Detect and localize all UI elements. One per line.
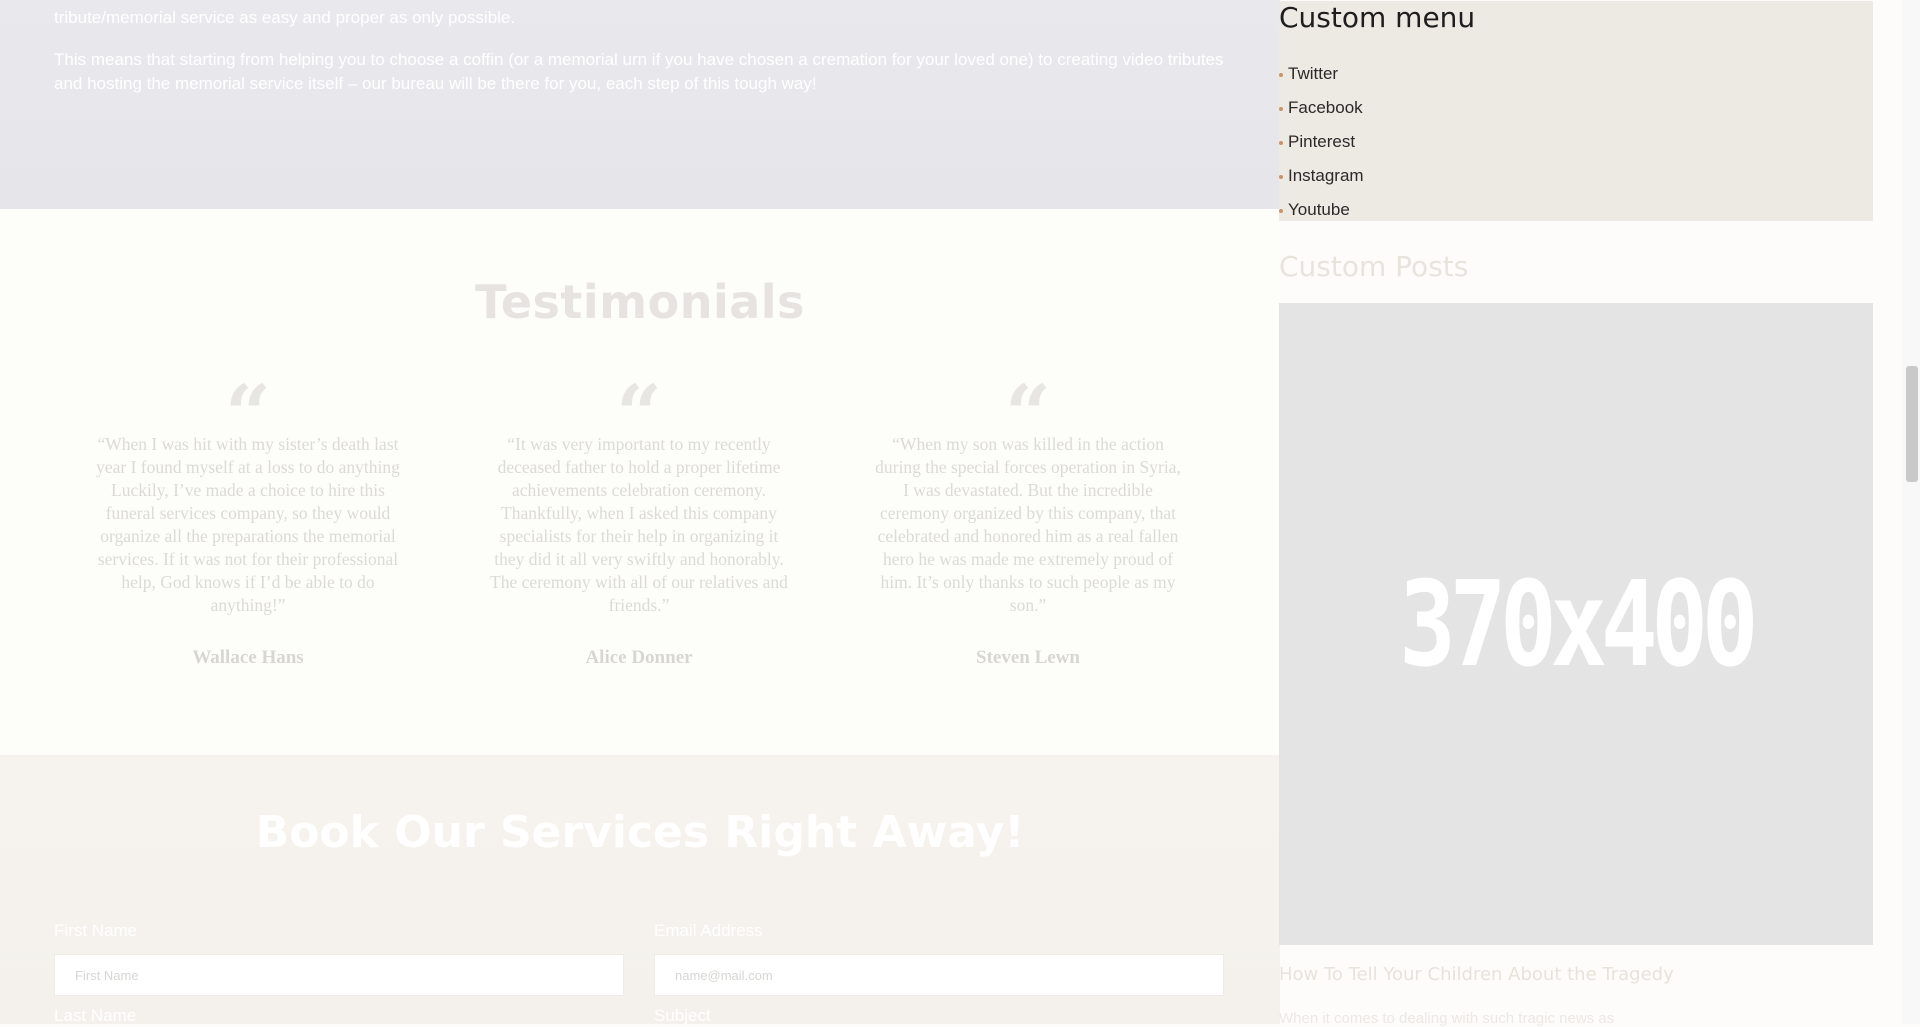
booking-section: Book Our Services Right Away! First Name…: [0, 755, 1280, 1024]
menu-item-instagram[interactable]: Instagram: [1279, 163, 1364, 197]
first-name-field[interactable]: [54, 954, 624, 996]
about-paragraph-1: tribute/memorial service as easy and pro…: [54, 8, 516, 27]
booking-title: Book Our Services Right Away!: [255, 807, 1025, 858]
bullet-dot-icon: [1279, 107, 1283, 111]
testimonial-text: “When my son was killed in the action du…: [875, 434, 1181, 615]
menu-item-label: Instagram: [1288, 166, 1364, 185]
testimonial-card: “ “When I was hit with my sister’s death…: [93, 367, 403, 669]
menu-item-youtube[interactable]: Youtube: [1279, 197, 1364, 231]
menu-item-label: Pinterest: [1288, 132, 1356, 151]
bullet-dot-icon: [1279, 175, 1283, 179]
menu-item-label: Twitter: [1288, 64, 1339, 83]
testimonial-author: Wallace Hans: [192, 647, 304, 668]
custom-posts-title: Custom Posts: [1279, 250, 1469, 283]
custom-menu-list: Twitter Facebook Pinterest Instagram You…: [1279, 61, 1364, 231]
sidebar: Custom menu Twitter Facebook Pinterest I…: [1279, 0, 1873, 1027]
testimonial-author: Steven Lewn: [976, 647, 1080, 668]
testimonial-text: “When I was hit with my sister’s death l…: [96, 434, 400, 615]
menu-item-facebook[interactable]: Facebook: [1279, 95, 1364, 129]
image-placeholder-text: 370x400: [1399, 555, 1758, 693]
email-label: Email Address: [654, 921, 763, 940]
menu-item-label: Youtube: [1288, 200, 1350, 219]
quote-open-icon: “: [1004, 367, 1051, 461]
email-field[interactable]: [654, 954, 1224, 996]
testimonial-card: “ “It was very important to my recently …: [484, 367, 794, 669]
testimonial-card: “ “When my son was killed in the action …: [873, 367, 1183, 669]
page-scrollbar[interactable]: [1902, 0, 1920, 1024]
testimonials-section: Testimonials “ “When I was hit with my s…: [0, 209, 1280, 755]
bullet-dot-icon: [1279, 141, 1283, 145]
about-section: tribute/memorial service as easy and pro…: [0, 0, 1280, 209]
menu-item-label: Facebook: [1288, 98, 1363, 117]
menu-item-twitter[interactable]: Twitter: [1279, 61, 1364, 95]
quote-open-icon: “: [615, 367, 662, 461]
quote-open-icon: “: [224, 367, 271, 461]
last-name-label: Last Name: [54, 1006, 137, 1024]
testimonial-author: Alice Donner: [585, 647, 693, 668]
scrollbar-thumb[interactable]: [1906, 366, 1918, 482]
custom-menu-widget: Custom menu Twitter Facebook Pinterest I…: [1279, 1, 1873, 221]
testimonials-title: Testimonials: [475, 275, 805, 329]
subject-label: Subject: [654, 1006, 711, 1024]
first-name-label: First Name: [54, 921, 138, 940]
bullet-dot-icon: [1279, 73, 1283, 77]
post-thumbnail[interactable]: 370x400: [1279, 303, 1873, 945]
menu-item-pinterest[interactable]: Pinterest: [1279, 129, 1364, 163]
main-content: tribute/memorial service as easy and pro…: [0, 0, 1280, 1024]
testimonial-text: “It was very important to my recently de…: [490, 434, 788, 615]
about-paragraph-2: This means that starting from helping yo…: [54, 50, 1224, 93]
custom-menu-title: Custom menu: [1279, 1, 1476, 34]
post-title-link[interactable]: How To Tell Your Children About the Trag…: [1279, 964, 1674, 985]
bullet-dot-icon: [1279, 209, 1283, 213]
post-excerpt: When it comes to dealing with such tragi…: [1279, 1010, 1615, 1027]
